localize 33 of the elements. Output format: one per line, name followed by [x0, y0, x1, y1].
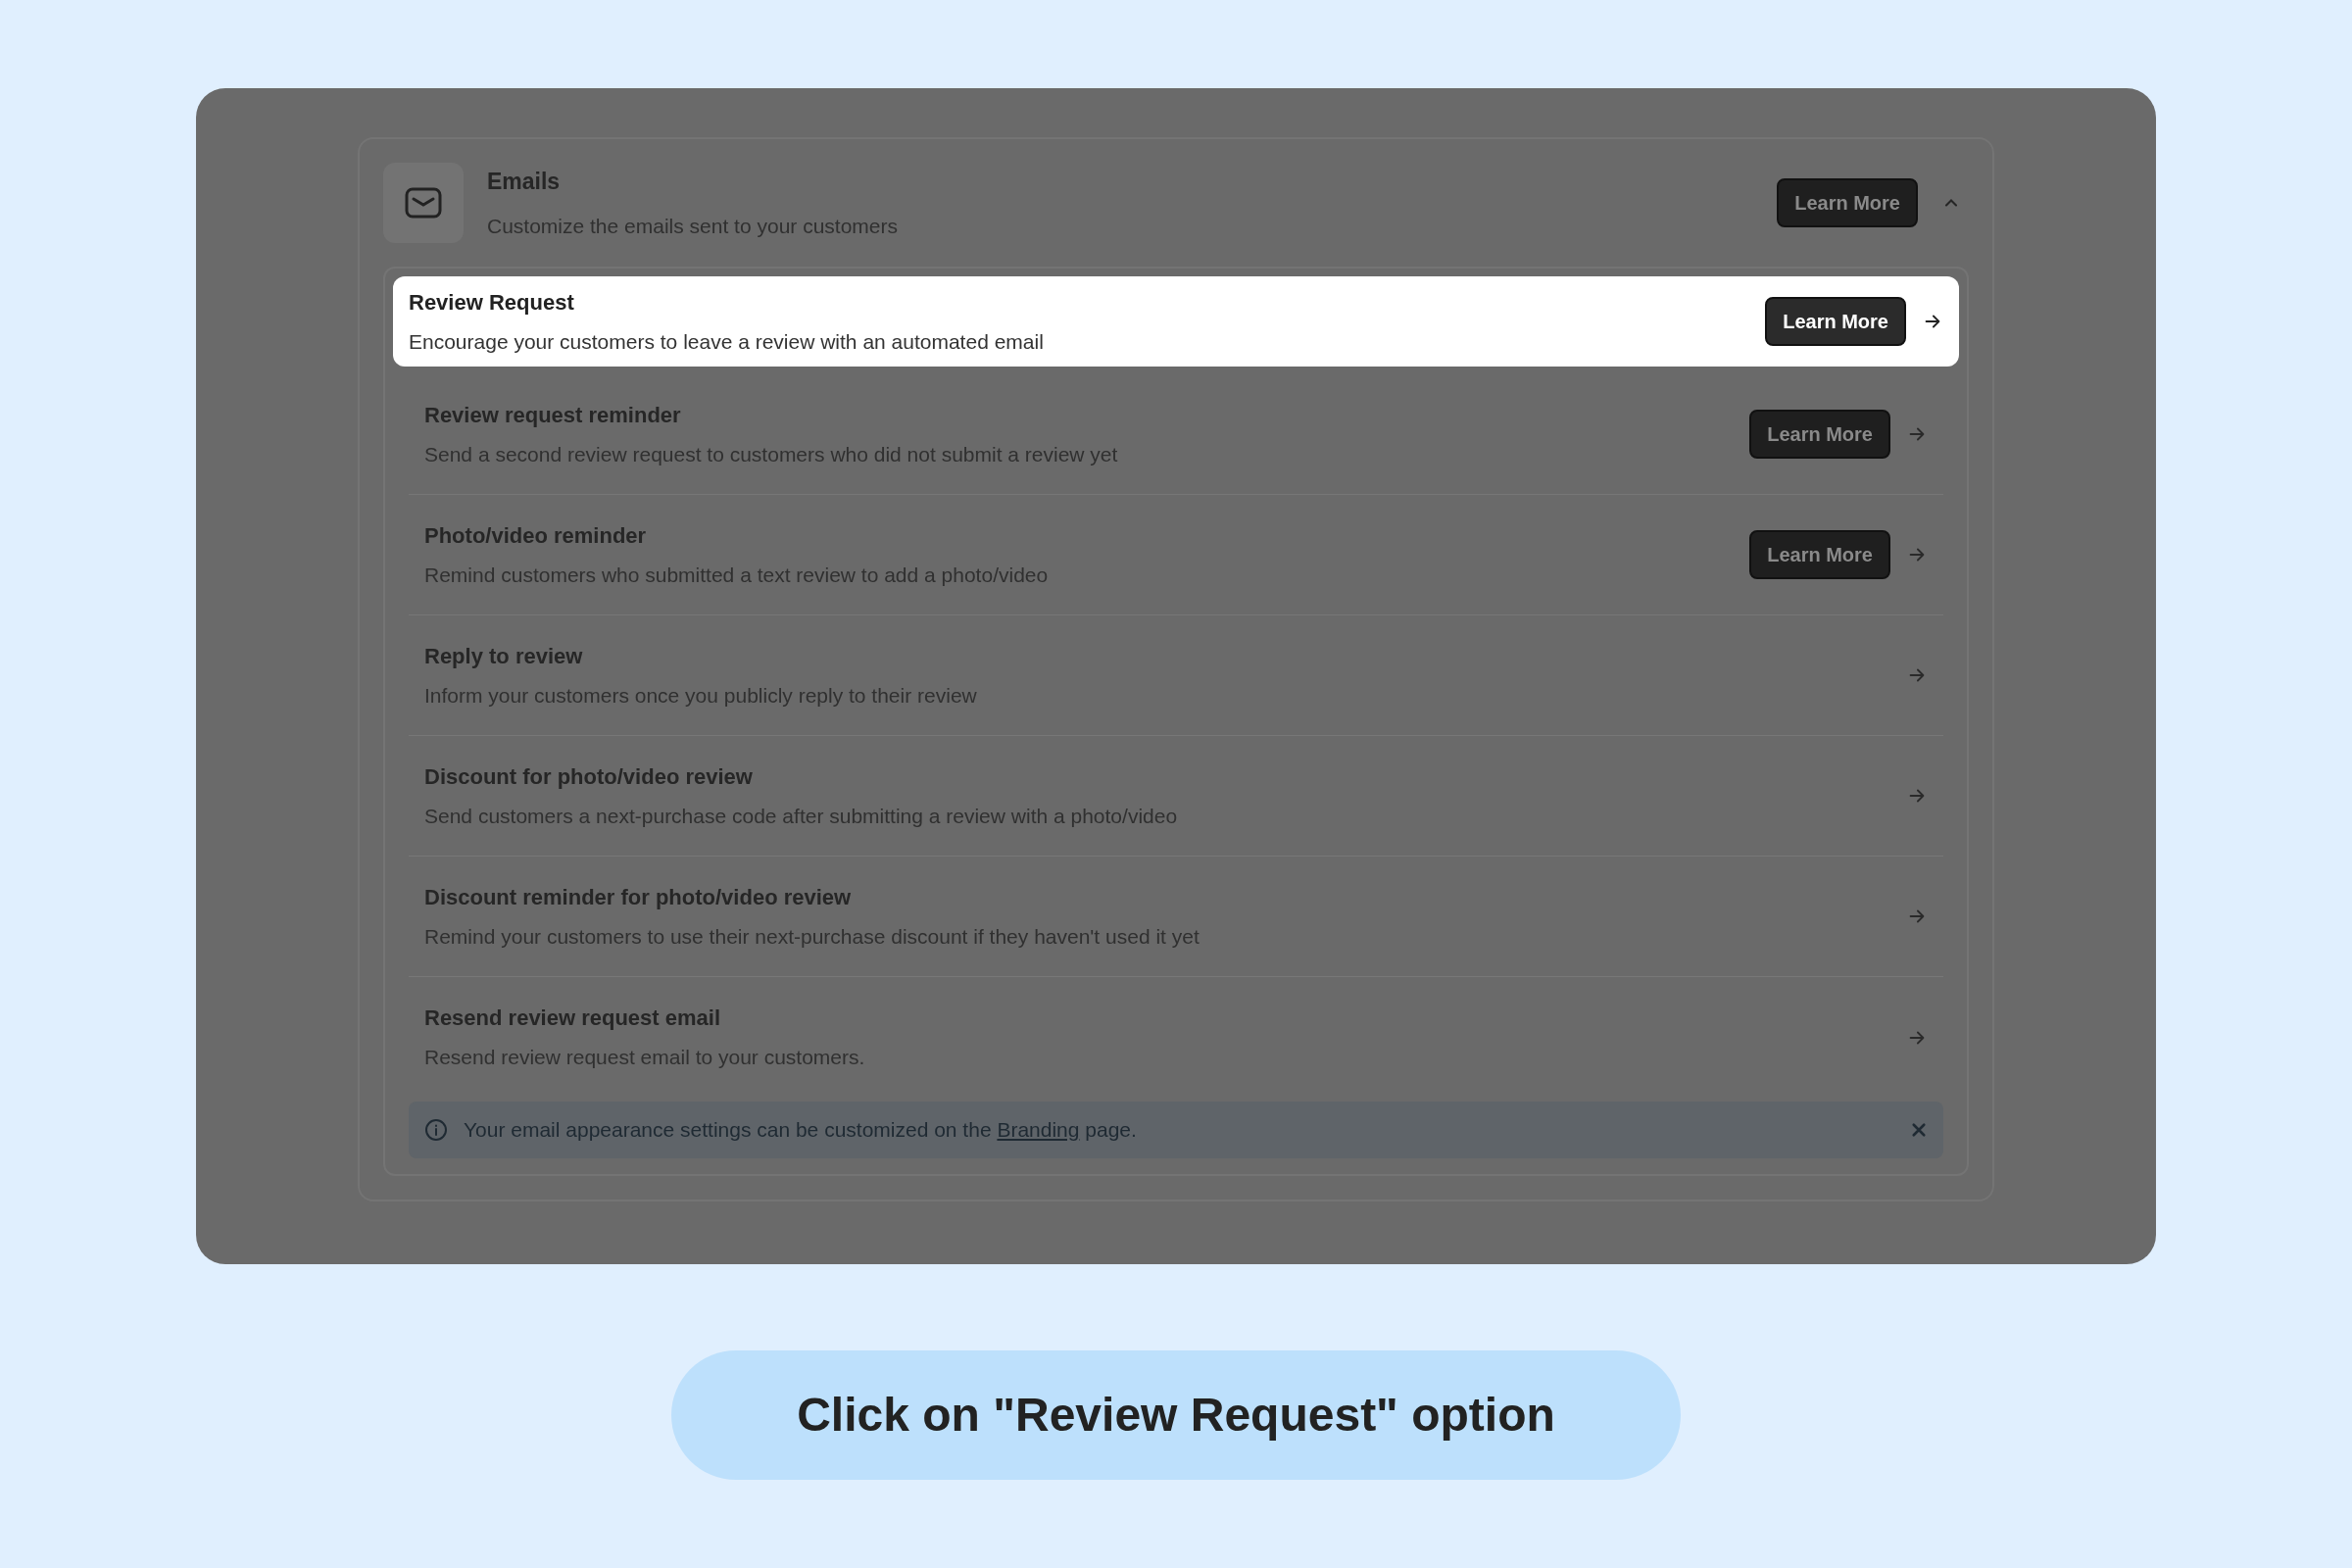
row-title: Review request reminder: [424, 401, 682, 429]
learn-more-button[interactable]: Learn More: [1777, 178, 1918, 227]
learn-more-button[interactable]: Learn More: [1765, 297, 1906, 346]
email-row[interactable]: Review request reminder Send a second review request to customers who did not submit a review yet Learn More: [409, 374, 1943, 495]
row-title: Review Request: [409, 288, 575, 317]
mail-icon: [405, 187, 442, 219]
learn-more-button[interactable]: Learn More: [1749, 410, 1890, 459]
close-icon[interactable]: [1910, 1121, 1928, 1139]
row-description: Remind your customers to use their next-purchase discount if they haven't used it yet: [424, 923, 1200, 950]
row-description: Send customers a next-purchase code after submitting a review with a photo/video: [424, 803, 1179, 829]
row-description: Resend review request email to your customers.: [424, 1045, 866, 1071]
branding-link[interactable]: Branding: [997, 1118, 1080, 1142]
instruction-caption: Click on "Review Request" option: [671, 1350, 1681, 1480]
row-title: Discount for photo/video review: [424, 762, 754, 791]
email-row[interactable]: Reply to review Inform your customers once you publicly reply to their review: [409, 615, 1943, 736]
email-row[interactable]: Photo/video reminder Remind customers who submitted a text review to add a photo/video Learn More: [409, 495, 1943, 615]
row-description: Send a second review request to customers who did not submit a review yet: [424, 441, 1119, 467]
section-title: Emails: [487, 168, 562, 196]
info-icon: [424, 1118, 448, 1142]
row-description: Remind customers who submitted a text review to add a photo/video: [424, 562, 1050, 588]
row-title: Reply to review: [424, 642, 584, 670]
email-row[interactable]: Resend review request email Resend review request email to your customers.: [409, 977, 1943, 1098]
section-description: Customize the emails sent to your customers: [487, 213, 899, 239]
row-title: Discount reminder for photo/video review: [424, 883, 853, 911]
row-description: Encourage your customers to leave a review with an automated email: [409, 328, 1045, 355]
row-title: Photo/video reminder: [424, 521, 648, 550]
learn-more-button[interactable]: Learn More: [1749, 530, 1890, 579]
row-title: Resend review request email: [424, 1004, 722, 1033]
row-description: Inform your customers once you publicly reply to their review: [424, 682, 978, 709]
email-row[interactable]: Discount for photo/video review Send customers a next-purchase code after submitting a review with a photo/video: [409, 736, 1943, 857]
info-text: Your email appearance settings can be customized on the Branding page.: [464, 1117, 1138, 1144]
email-row[interactable]: Discount reminder for photo/video review Remind your customers to use their next-purchase discount if they haven't used it yet: [409, 857, 1943, 977]
highlighted-email-row[interactable]: Review Request Encourage your customers to leave a review with an automated email Learn More: [393, 276, 1959, 367]
